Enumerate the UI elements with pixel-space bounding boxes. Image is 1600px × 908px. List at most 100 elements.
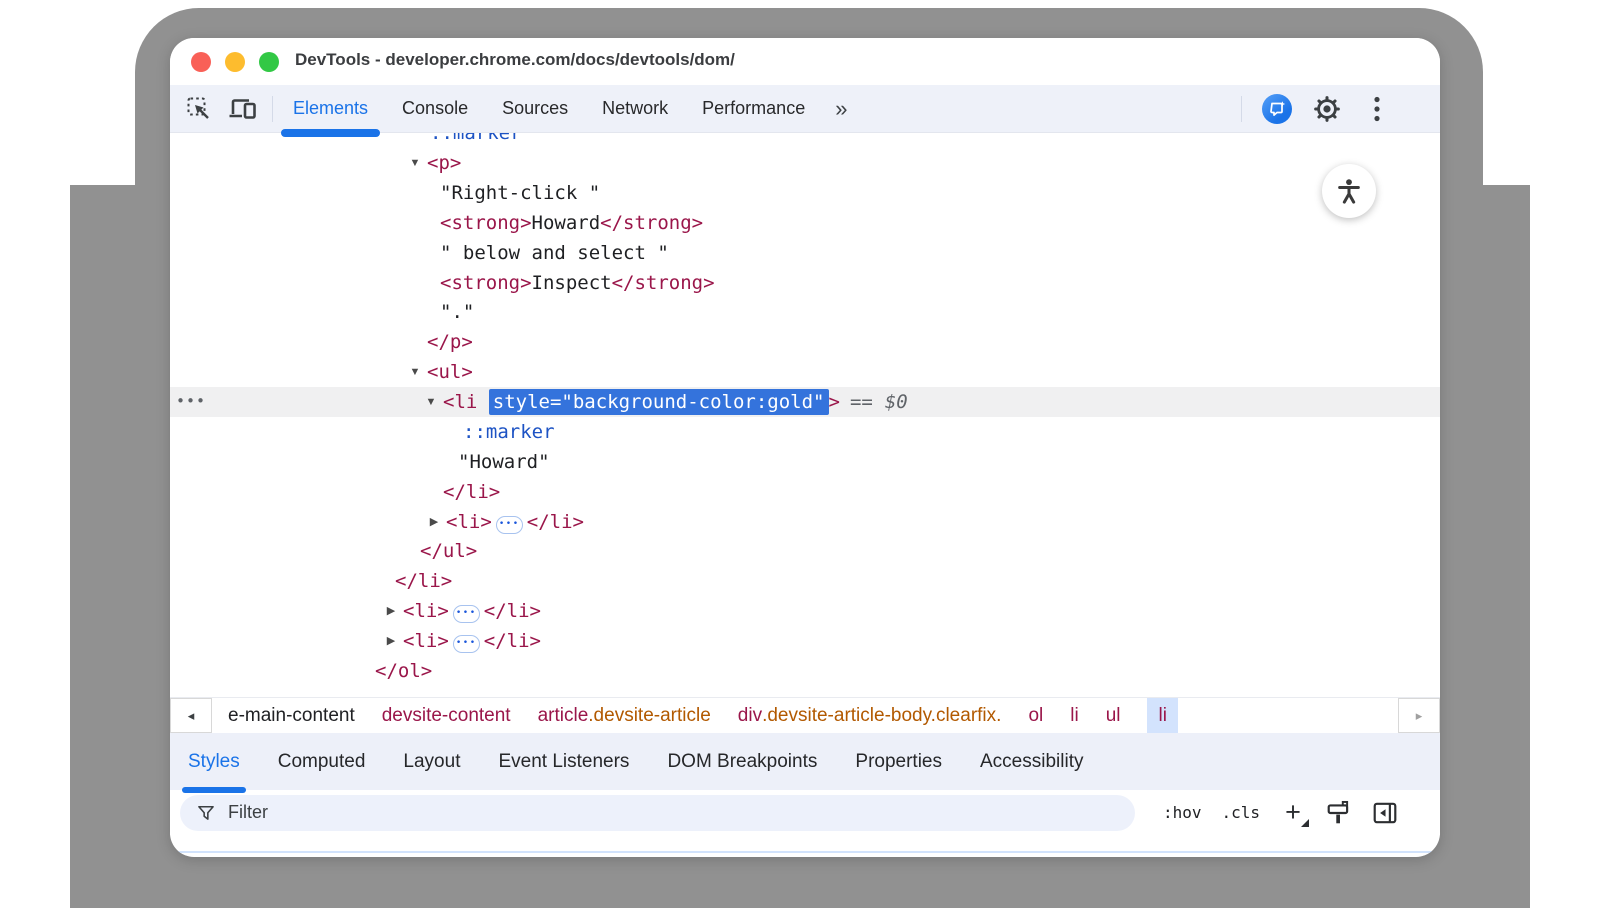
dom-node-tag: </li> bbox=[395, 570, 452, 592]
tab-sources[interactable]: Sources bbox=[502, 85, 568, 132]
tab-styles[interactable]: Styles bbox=[188, 733, 240, 790]
dom-tree-row[interactable]: </li> bbox=[443, 477, 500, 507]
dom-tree-row[interactable]: </ol> bbox=[375, 656, 432, 686]
dom-tree-row[interactable]: "Right-click " bbox=[440, 178, 600, 208]
tab-console[interactable]: Console bbox=[402, 85, 468, 132]
tab-performance[interactable]: Performance bbox=[702, 85, 805, 132]
dom-node-tag: <li> bbox=[446, 511, 492, 533]
dom-node-text: Inspect bbox=[532, 272, 612, 294]
more-options-kebab-icon[interactable] bbox=[1362, 94, 1392, 124]
crumb-tag: li bbox=[1070, 705, 1078, 727]
toolbar-divider bbox=[272, 96, 273, 122]
crumb-cls: .devsite-article bbox=[588, 705, 711, 727]
dom-node-tag: </li> bbox=[484, 600, 541, 622]
dom-tree-row[interactable]: <strong>Inspect</strong> bbox=[440, 268, 715, 298]
collapsed-content-ellipsis-button[interactable]: ••• bbox=[453, 605, 480, 623]
breadcrumb-item-ul[interactable]: ul bbox=[1106, 698, 1121, 733]
window-titlebar: DevTools - developer.chrome.com/docs/dev… bbox=[170, 38, 1440, 85]
dom-node-tag: <li> bbox=[403, 630, 449, 652]
crumb-tag: ol bbox=[1028, 705, 1043, 727]
dom-tree-row[interactable]: " below and select " bbox=[440, 238, 669, 268]
breadcrumb-item-article-devsite-article[interactable]: article.devsite-article bbox=[538, 698, 711, 733]
collapsed-content-ellipsis-button[interactable]: ••• bbox=[496, 516, 523, 534]
toolbar-divider bbox=[1241, 96, 1242, 122]
dom-node-text: " below and select " bbox=[440, 242, 669, 264]
collapse-arrow-icon[interactable]: ▼ bbox=[405, 357, 425, 387]
dom-node-tag: <li bbox=[443, 391, 489, 413]
styles-filter-input[interactable] bbox=[228, 802, 628, 823]
dom-node-pseudo: ::marker bbox=[463, 421, 555, 443]
dom-node-tag: <ul> bbox=[427, 361, 473, 383]
crumb-cls: .devsite-article-body.clearfix. bbox=[762, 705, 1001, 727]
breadcrumb-item-li[interactable]: li bbox=[1070, 698, 1078, 733]
dom-node-tag: </li> bbox=[527, 511, 584, 533]
dom-tree-row[interactable]: ▼<p> bbox=[427, 148, 461, 178]
dom-tree-row[interactable]: </ul> bbox=[420, 536, 477, 566]
window-title: DevTools - developer.chrome.com/docs/dev… bbox=[295, 50, 735, 70]
bottom-divider bbox=[170, 851, 1440, 853]
dom-tree-row[interactable]: ::marker bbox=[463, 417, 555, 447]
devtools-window: DevTools - developer.chrome.com/docs/dev… bbox=[170, 38, 1440, 857]
breadcrumb-item-div-devsite-article-body-clearfix-[interactable]: div.devsite-article-body.clearfix. bbox=[738, 698, 1002, 733]
tab-elements[interactable]: Elements bbox=[293, 85, 368, 132]
expand-arrow-icon[interactable]: ▶ bbox=[381, 626, 401, 656]
dom-tree-row[interactable]: </li> bbox=[395, 566, 452, 596]
tab-computed[interactable]: Computed bbox=[278, 733, 366, 790]
ai-assistant-icon[interactable] bbox=[1262, 94, 1292, 124]
collapsed-content-ellipsis-button[interactable]: ••• bbox=[453, 635, 480, 653]
dom-node-tag: <strong> bbox=[440, 212, 532, 234]
dom-tree-row[interactable]: ::marker bbox=[430, 133, 522, 148]
breadcrumb: ◂ e-main-content devsite-content article.d… bbox=[170, 697, 1440, 733]
breadcrumb-item-e-main-content[interactable]: e-main-content bbox=[228, 698, 355, 733]
dom-tree-row[interactable]: ▶<li>•••</li> bbox=[446, 507, 584, 537]
more-panels-button[interactable]: » bbox=[835, 96, 845, 122]
crumb-tag: li bbox=[1158, 705, 1166, 727]
collapse-arrow-icon[interactable]: ▼ bbox=[421, 387, 441, 417]
toggle-element-state-button[interactable]: :hov bbox=[1163, 803, 1202, 822]
dom-tree-row[interactable]: "Howard" bbox=[458, 447, 550, 477]
rendering-emulations-brush-icon[interactable] bbox=[1326, 800, 1352, 826]
dom-tree-row[interactable]: ▶<li>•••</li> bbox=[403, 626, 541, 656]
dom-node-tag: <li> bbox=[403, 600, 449, 622]
toggle-device-toolbar-button[interactable] bbox=[228, 94, 258, 124]
dom-tree-row[interactable]: </p> bbox=[427, 327, 473, 357]
filter-funnel-icon bbox=[196, 803, 216, 823]
dom-tree-row[interactable]: "." bbox=[440, 297, 474, 327]
crumb-dark: e-main-content bbox=[228, 705, 355, 727]
breadcrumb-item-devsite-content[interactable]: devsite-content bbox=[382, 698, 511, 733]
accessibility-overlay-button[interactable] bbox=[1322, 164, 1376, 218]
tab-accessibility[interactable]: Accessibility bbox=[980, 733, 1083, 790]
minimize-window-button[interactable] bbox=[225, 52, 245, 72]
tab-properties[interactable]: Properties bbox=[855, 733, 942, 790]
dom-node-tag: </strong> bbox=[612, 272, 715, 294]
toggle-sidebar-icon[interactable] bbox=[1372, 800, 1398, 826]
new-style-rule-button[interactable]: + bbox=[1280, 799, 1306, 827]
tab-event-listeners[interactable]: Event Listeners bbox=[498, 733, 629, 790]
tab-network[interactable]: Network bbox=[602, 85, 668, 132]
dom-node-tag: </li> bbox=[484, 630, 541, 652]
close-window-button[interactable] bbox=[191, 52, 211, 72]
dom-tree-row[interactable]: ▼<ul> bbox=[427, 357, 473, 387]
dom-tree-row[interactable]: ▶<li>•••</li> bbox=[403, 596, 541, 626]
zoom-window-button[interactable] bbox=[259, 52, 279, 72]
dom-tree-row[interactable]: <strong>Howard</strong> bbox=[440, 208, 703, 238]
collapse-arrow-icon[interactable]: ▼ bbox=[405, 148, 425, 178]
row-actions-dots[interactable]: ••• bbox=[176, 387, 206, 417]
tab-dom-breakpoints[interactable]: DOM Breakpoints bbox=[667, 733, 817, 790]
inspect-element-button[interactable] bbox=[184, 94, 214, 124]
expand-arrow-icon[interactable]: ▶ bbox=[381, 596, 401, 626]
breadcrumb-item-ol[interactable]: ol bbox=[1028, 698, 1043, 733]
dom-node-tag: </li> bbox=[443, 481, 500, 503]
breadcrumb-item-li[interactable]: li bbox=[1147, 698, 1177, 733]
tab-layout[interactable]: Layout bbox=[403, 733, 460, 790]
new-style-rule-dropdown bbox=[1301, 819, 1309, 827]
dom-node-tag: </ol> bbox=[375, 660, 432, 682]
attribute-edit-box[interactable]: style="background-color:gold" bbox=[489, 389, 829, 415]
styles-filter-field[interactable] bbox=[180, 795, 1135, 831]
expand-arrow-icon[interactable]: ▶ bbox=[424, 507, 444, 537]
settings-gear-icon[interactable] bbox=[1312, 94, 1342, 124]
breadcrumb-scroll-left-button[interactable]: ◂ bbox=[170, 698, 212, 733]
breadcrumb-scroll-right-button[interactable]: ▸ bbox=[1398, 698, 1440, 733]
dom-tree-row-selected[interactable]: ▼<li style="background-color:gold">==$0 bbox=[443, 387, 908, 417]
element-classes-button[interactable]: .cls bbox=[1221, 803, 1260, 822]
